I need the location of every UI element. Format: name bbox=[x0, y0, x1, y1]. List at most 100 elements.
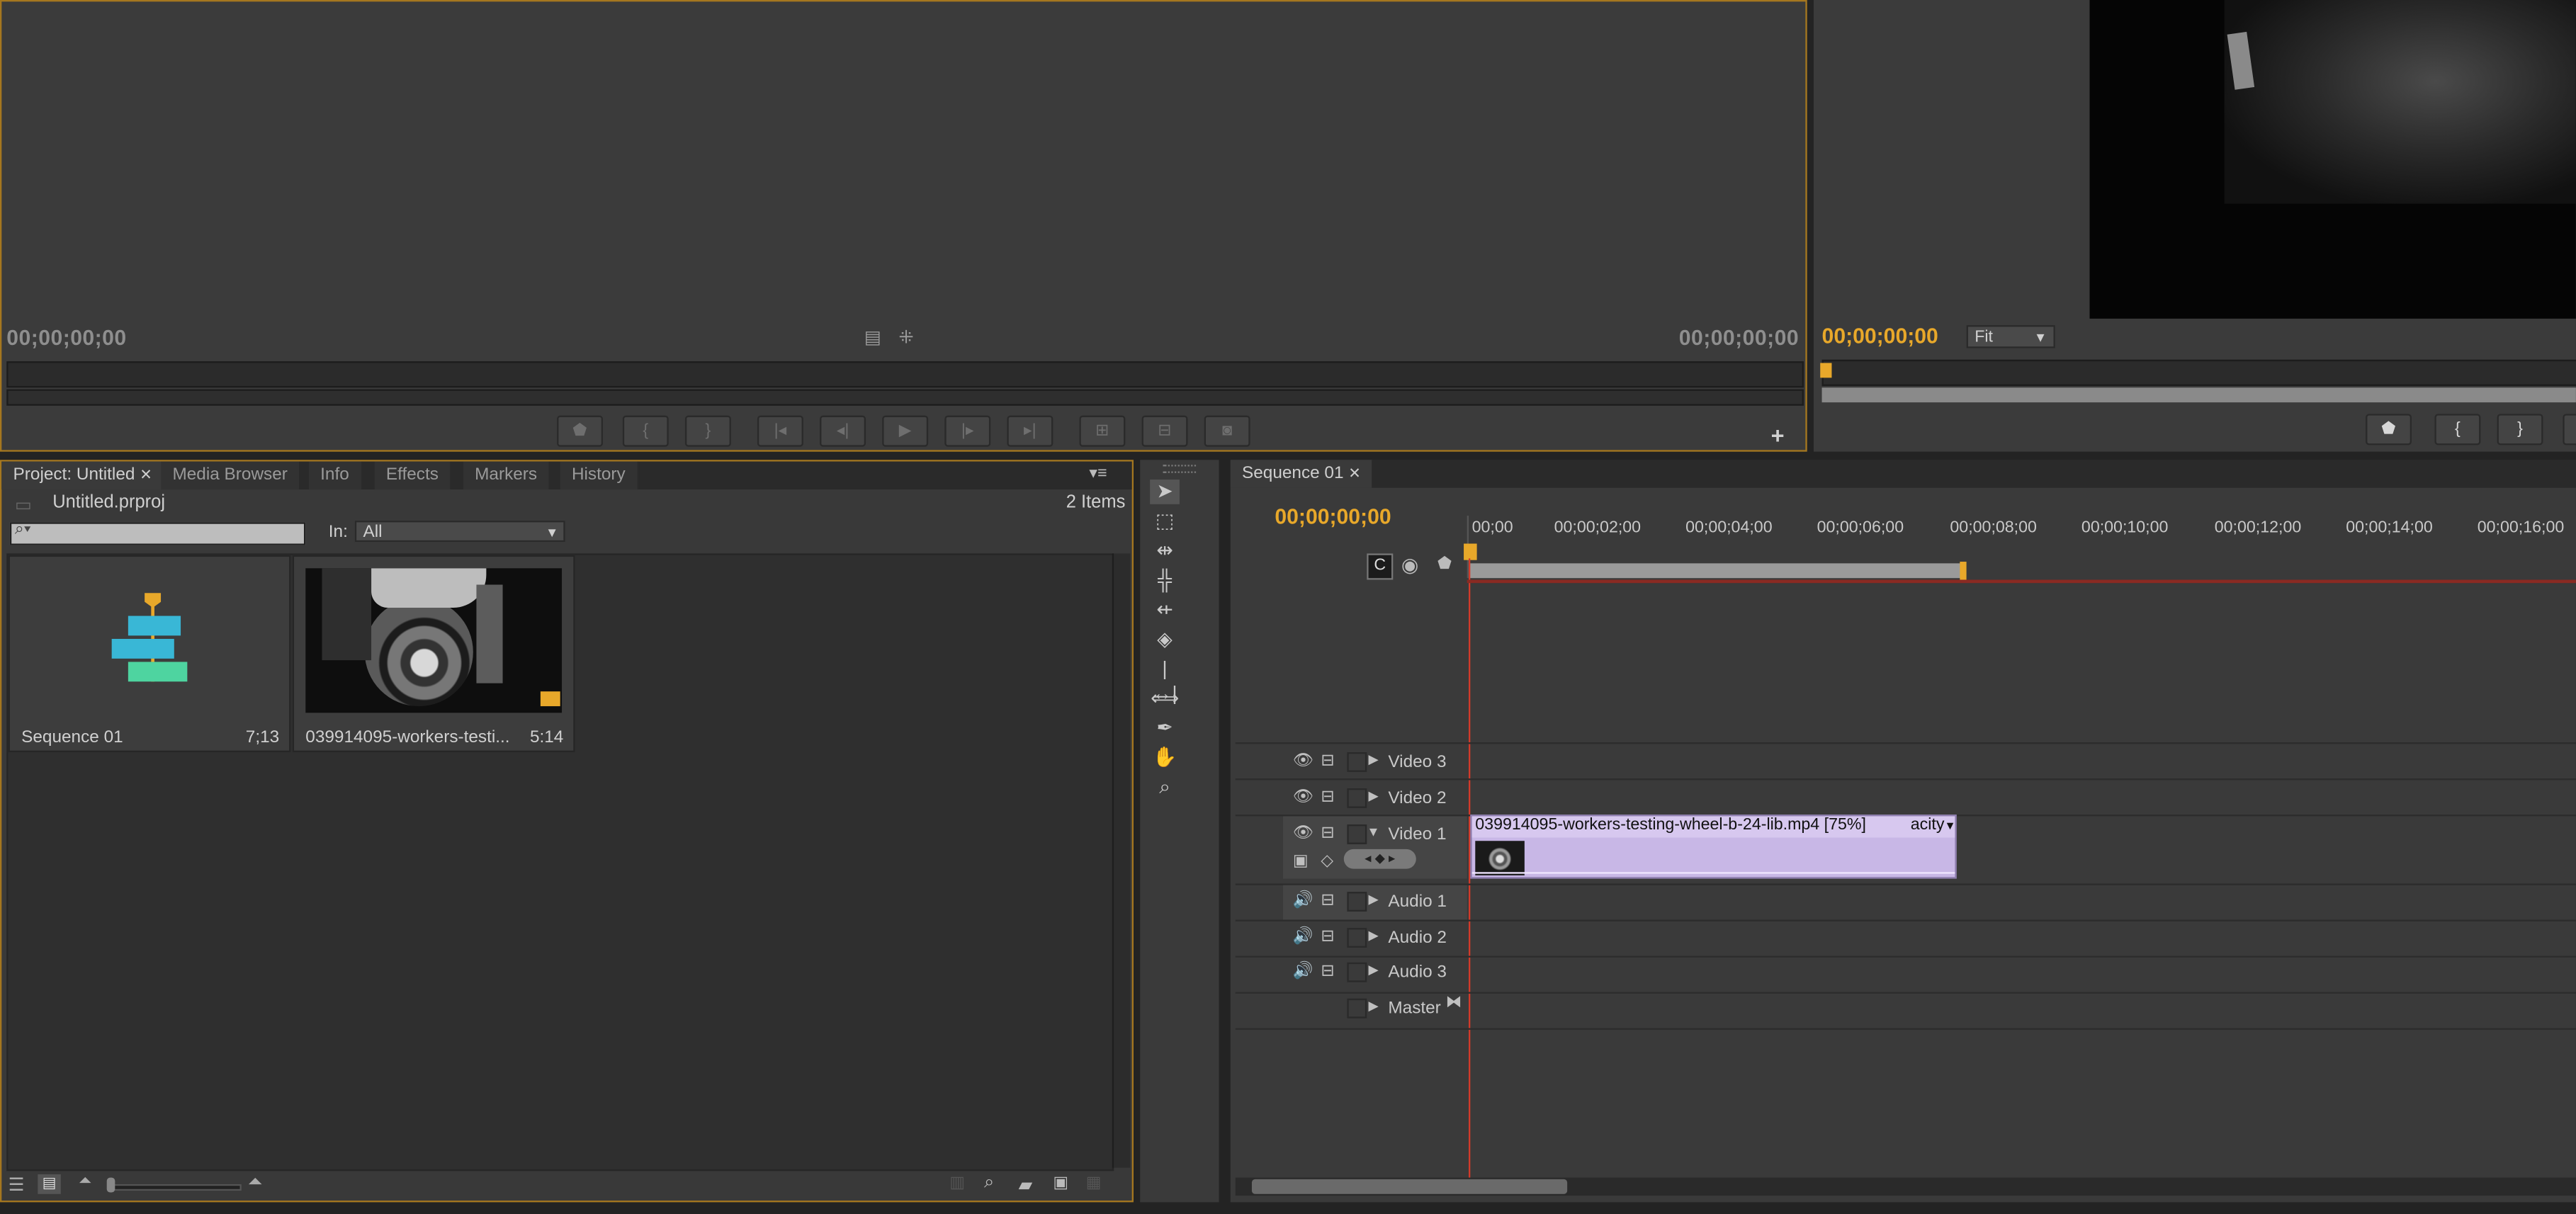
track-lock-toggle[interactable] bbox=[1347, 752, 1367, 772]
source-timecode-in[interactable]: 00;00;00;00 bbox=[6, 325, 126, 350]
find-icon[interactable]: ⌕ bbox=[984, 1173, 994, 1194]
pen-tool-icon[interactable]: ✒ bbox=[1150, 716, 1180, 741]
expand-track-icon[interactable]: ▶ bbox=[1369, 928, 1379, 943]
zoom-slider-handle[interactable] bbox=[106, 1177, 115, 1193]
track-select-tool-icon[interactable]: ⬚ bbox=[1150, 509, 1180, 534]
play-button[interactable]: ▶ bbox=[882, 415, 929, 447]
expand-track-icon[interactable]: ▶ bbox=[1369, 892, 1379, 907]
program-time-ruler[interactable] bbox=[1821, 359, 2576, 386]
program-zoom-scroll[interactable] bbox=[1821, 387, 2576, 403]
rolling-edit-tool-icon[interactable]: ╬ bbox=[1150, 568, 1180, 593]
add-marker-icon[interactable]: ⬟ bbox=[1437, 555, 1452, 574]
ripple-edit-tool-icon[interactable]: ⇹ bbox=[1150, 539, 1180, 564]
program-mark-in-button[interactable]: { bbox=[2434, 414, 2481, 446]
tab-markers[interactable]: Markers bbox=[463, 461, 550, 490]
track-lock-toggle[interactable] bbox=[1347, 788, 1367, 808]
selection-tool-icon[interactable]: ➤ bbox=[1150, 480, 1180, 504]
track-lock-toggle[interactable] bbox=[1347, 928, 1367, 948]
slide-tool-icon[interactable]: ⟺ bbox=[1150, 686, 1180, 711]
tab-history[interactable]: History bbox=[560, 461, 639, 490]
go-to-in-button[interactable]: |◂ bbox=[757, 415, 803, 447]
drag-video-icon[interactable]: ▤ bbox=[864, 327, 881, 348]
sync-lock-icon[interactable]: ⊟ bbox=[1321, 963, 1334, 981]
mark-in-button[interactable]: { bbox=[622, 415, 669, 447]
bowtie-icon[interactable]: ⧓ bbox=[1446, 994, 1462, 1012]
program-add-marker-button[interactable]: ⬟ bbox=[2366, 414, 2412, 446]
clip[interactable]: 039914095-workers-testing-wheel-b-24-lib… bbox=[1470, 815, 1957, 879]
sync-lock-icon[interactable]: ⊟ bbox=[1321, 928, 1334, 946]
sync-lock-icon[interactable]: ⊟ bbox=[1321, 824, 1334, 843]
zoom-in-icon[interactable]: ⏶ bbox=[248, 1173, 262, 1194]
overwrite-button[interactable]: ⊟ bbox=[1141, 415, 1188, 447]
list-view-icon[interactable]: ☰ bbox=[9, 1174, 25, 1196]
drag-audio-icon[interactable]: ⁜ bbox=[898, 327, 913, 348]
source-time-ruler[interactable] bbox=[6, 361, 1804, 388]
playhead-handle-icon[interactable] bbox=[1464, 543, 1477, 560]
icon-view-icon[interactable]: ▤ bbox=[38, 1174, 61, 1194]
program-timecode[interactable]: 00;00;00;00 bbox=[1822, 324, 1938, 348]
panel-menu-icon[interactable]: ▾≡ bbox=[1089, 465, 1107, 483]
snap-icon[interactable]: C bbox=[1367, 553, 1394, 580]
program-mark-out-button[interactable]: } bbox=[2497, 414, 2543, 446]
eye-icon[interactable]: 👁 bbox=[1293, 788, 1314, 807]
close-icon[interactable]: ✕ bbox=[140, 467, 152, 483]
speaker-icon[interactable]: 🔊 bbox=[1293, 928, 1314, 946]
program-more-button[interactable] bbox=[2563, 414, 2576, 446]
sync-lock-icon[interactable]: ⊟ bbox=[1321, 788, 1334, 807]
track-lock-toggle[interactable] bbox=[1347, 962, 1367, 982]
insert-button[interactable]: ⊞ bbox=[1079, 415, 1126, 447]
collapse-track-icon[interactable]: ▼ bbox=[1367, 824, 1379, 839]
in-select[interactable]: All ▼ bbox=[354, 521, 565, 543]
expand-track-icon[interactable]: ▶ bbox=[1369, 752, 1379, 767]
plus-icon[interactable]: + bbox=[1771, 422, 1785, 448]
project-item[interactable]: 039914095-workers-testi... 5:14 bbox=[292, 555, 575, 753]
timeline-scroll-thumb[interactable] bbox=[1251, 1179, 1568, 1194]
expand-track-icon[interactable]: ▶ bbox=[1369, 963, 1379, 977]
step-forward-button[interactable]: |▸ bbox=[944, 415, 991, 447]
sync-lock-icon[interactable]: ⊟ bbox=[1321, 752, 1334, 771]
track-lock-toggle[interactable] bbox=[1347, 998, 1367, 1019]
speaker-icon[interactable]: 🔊 bbox=[1293, 892, 1314, 910]
trash-icon[interactable]: ▦ bbox=[1086, 1174, 1102, 1193]
tab-info[interactable]: Info bbox=[308, 461, 363, 490]
zoom-select[interactable]: Fit ▼ bbox=[1966, 325, 2055, 348]
expand-track-icon[interactable]: ▶ bbox=[1369, 788, 1379, 803]
automate-to-sequence-icon[interactable]: ▥ bbox=[949, 1174, 965, 1193]
tab-effects[interactable]: Effects bbox=[374, 461, 452, 490]
close-icon[interactable]: ✕ bbox=[1348, 465, 1360, 481]
sequence-marker-icon[interactable]: ◉ bbox=[1401, 553, 1418, 576]
slip-tool-icon[interactable]: |↔| bbox=[1150, 657, 1180, 705]
panel-grip[interactable] bbox=[1163, 465, 1197, 473]
search-input[interactable]: ⌕▾ bbox=[9, 521, 306, 545]
work-area-end-handle[interactable] bbox=[1960, 562, 1967, 580]
step-back-button[interactable]: ◂| bbox=[820, 415, 866, 447]
hand-tool-icon[interactable]: ✋ bbox=[1150, 746, 1180, 771]
eye-icon[interactable]: 👁 bbox=[1293, 752, 1314, 771]
opacity-rubber-band[interactable] bbox=[1471, 872, 1955, 874]
export-frame-button[interactable]: ◙ bbox=[1204, 415, 1250, 447]
project-item[interactable]: Sequence 01 7;13 bbox=[8, 555, 291, 753]
zoom-slider[interactable] bbox=[106, 1184, 242, 1191]
eye-icon[interactable]: 👁 bbox=[1293, 824, 1314, 843]
work-area-bar[interactable] bbox=[1469, 563, 1963, 579]
new-item-icon[interactable]: ▣ bbox=[1053, 1174, 1068, 1193]
add-marker-button[interactable]: ⬟ bbox=[557, 415, 603, 447]
clip-effect-menu[interactable]: acity▼ bbox=[1911, 816, 1956, 834]
speaker-icon[interactable]: 🔊 bbox=[1293, 963, 1314, 981]
zoom-tool-icon[interactable]: ⌕ bbox=[1150, 775, 1180, 800]
go-to-out-button[interactable]: ▸| bbox=[1007, 415, 1053, 447]
razor-tool-icon[interactable]: ◈ bbox=[1150, 628, 1180, 652]
rate-stretch-tool-icon[interactable]: ⇷ bbox=[1150, 598, 1180, 623]
expand-track-icon[interactable]: ▶ bbox=[1369, 999, 1379, 1014]
zoom-out-icon[interactable]: ⏶ bbox=[79, 1173, 92, 1191]
keyframe-navigator[interactable]: ◂ ◆ ▸ bbox=[1343, 849, 1416, 869]
bin-scrollbar[interactable] bbox=[1112, 553, 1131, 1168]
new-bin-icon[interactable]: ▰ bbox=[1019, 1174, 1033, 1196]
sync-lock-icon[interactable]: ⊟ bbox=[1321, 892, 1334, 910]
playhead-marker-icon[interactable] bbox=[1820, 363, 1832, 378]
mark-out-button[interactable]: } bbox=[684, 415, 731, 447]
timeline-timecode[interactable]: 00;00;00;00 bbox=[1275, 504, 1391, 529]
tab-media-browser[interactable]: Media Browser bbox=[161, 461, 301, 490]
tab-sequence[interactable]: Sequence 01 ✕ bbox=[1230, 460, 1374, 488]
tab-project[interactable]: Project: Untitled ✕ bbox=[1, 461, 166, 490]
